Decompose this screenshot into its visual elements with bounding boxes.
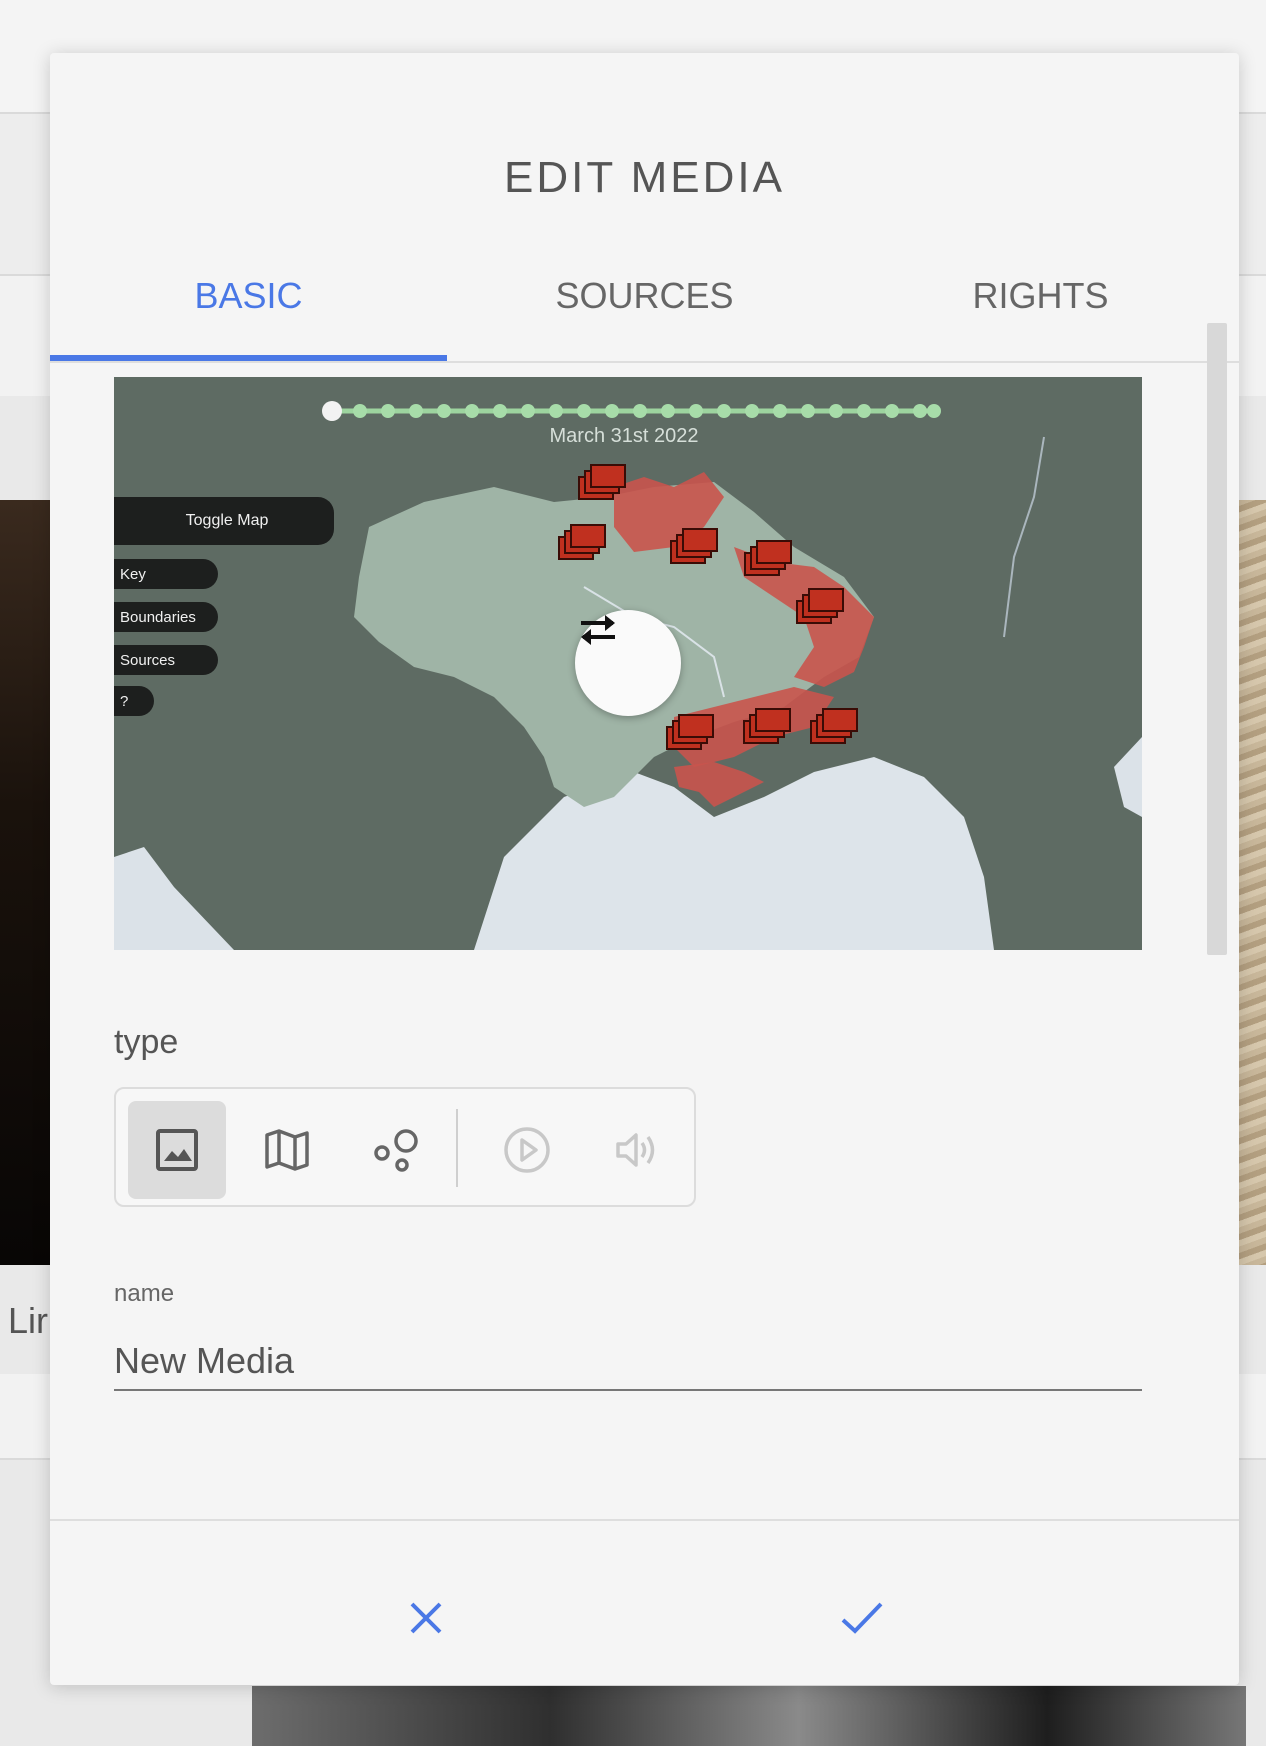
map-date-label: March 31st 2022 — [549, 425, 699, 447]
footer-divider — [50, 1519, 1239, 1521]
scrollbar[interactable] — [1207, 323, 1227, 955]
type-divider — [456, 1109, 458, 1187]
type-label: type — [114, 1023, 179, 1061]
type-audio-button[interactable] — [588, 1101, 686, 1199]
image-icon — [156, 1129, 198, 1171]
type-image-button[interactable] — [128, 1101, 226, 1199]
tab-sources[interactable]: SOURCES — [446, 275, 843, 317]
media-preview-map: March 31st 2022 Toggle Map Key Boundarie… — [114, 377, 1142, 950]
boundaries-button[interactable]: Boundaries — [114, 602, 218, 632]
check-icon — [841, 1602, 883, 1634]
type-map-button[interactable] — [238, 1101, 336, 1199]
name-label: name — [114, 1280, 175, 1307]
video-play-icon — [504, 1127, 550, 1173]
background-image-right — [1238, 500, 1266, 1265]
cancel-button[interactable] — [386, 1578, 466, 1658]
map-icon — [265, 1129, 309, 1171]
tab-rights[interactable]: RIGHTS — [842, 275, 1239, 317]
swap-arrows-icon — [581, 615, 615, 645]
type-video-button[interactable] — [478, 1101, 576, 1199]
close-icon — [410, 1602, 442, 1634]
tab-bar: BASIC SOURCES RIGHTS — [50, 245, 1239, 363]
background-image-bottom — [252, 1686, 1246, 1746]
edit-media-modal: EDIT MEDIA BASIC SOURCES RIGHTS March 31… — [50, 53, 1239, 1685]
modal-title: EDIT MEDIA — [503, 153, 785, 202]
confirm-button[interactable] — [822, 1578, 902, 1658]
audio-volume-icon — [616, 1133, 655, 1167]
key-button[interactable]: Key — [114, 559, 218, 589]
background-text: Lir — [8, 1300, 49, 1341]
graph-icon — [374, 1129, 418, 1172]
name-input[interactable] — [114, 1333, 1142, 1391]
help-button[interactable]: ? — [114, 686, 154, 716]
type-graph-button[interactable] — [348, 1101, 446, 1199]
swap-media-button[interactable] — [575, 610, 681, 716]
active-tab-indicator — [50, 355, 447, 361]
background-image-left — [0, 500, 52, 1265]
sources-button[interactable]: Sources — [114, 645, 218, 675]
type-selector — [114, 1087, 696, 1207]
toggle-map-button[interactable]: Toggle Map — [114, 497, 334, 545]
tab-basic[interactable]: BASIC — [50, 275, 447, 317]
